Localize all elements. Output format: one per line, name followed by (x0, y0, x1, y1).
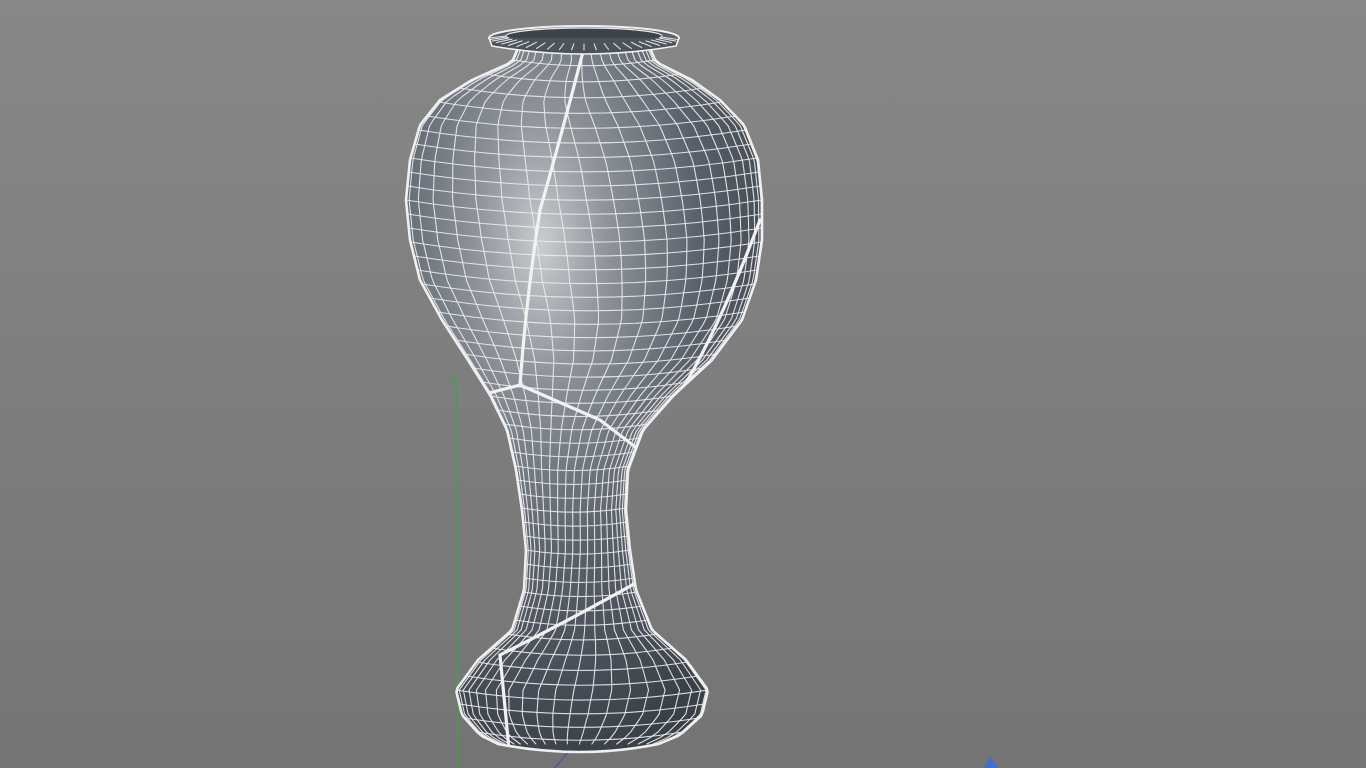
vase-body-surface (406, 48, 762, 752)
viewport-canvas[interactable] (0, 0, 1366, 768)
z-axis-handle[interactable] (984, 756, 998, 768)
vase-mesh[interactable] (404, 25, 764, 760)
y-axis-line (447, 377, 459, 768)
vase-rim (488, 25, 680, 55)
x-axis-line (554, 751, 569, 768)
3d-viewport[interactable] (0, 0, 1366, 768)
